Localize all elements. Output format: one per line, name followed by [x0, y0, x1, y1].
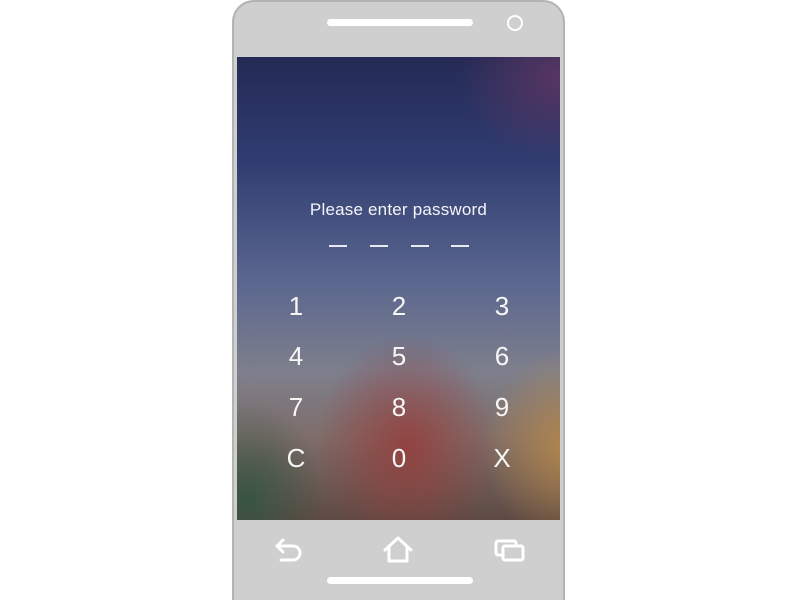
password-prompt: Please enter password	[309, 200, 488, 219]
key-3[interactable]: 3	[472, 286, 532, 326]
key-2[interactable]: 2	[369, 286, 429, 326]
key-6[interactable]: 6	[472, 336, 532, 376]
back-icon	[275, 538, 302, 562]
key-cancel[interactable]: X	[472, 438, 532, 478]
key-9[interactable]: 9	[472, 387, 532, 427]
key-0[interactable]: 0	[369, 438, 429, 478]
pin-slot-1	[329, 245, 347, 247]
camera-icon	[507, 15, 523, 31]
pin-slot-3	[411, 245, 429, 247]
key-5[interactable]: 5	[369, 336, 429, 376]
recent-apps-icon	[494, 539, 525, 562]
home-button[interactable]	[381, 534, 415, 564]
back-button[interactable]	[272, 534, 306, 564]
pin-slot-4	[451, 245, 469, 247]
key-8[interactable]: 8	[369, 387, 429, 427]
speaker-grille	[327, 19, 473, 26]
key-clear[interactable]: C	[266, 438, 326, 478]
lock-screen: Please enter password 1 2 3 4 5 6 7 8 9 …	[237, 57, 560, 520]
home-icon	[383, 536, 413, 563]
pin-slot-2	[370, 245, 388, 247]
recent-apps-button[interactable]	[493, 534, 527, 564]
key-1[interactable]: 1	[266, 286, 326, 326]
bottom-bezel-bar	[327, 577, 473, 584]
key-4[interactable]: 4	[266, 336, 326, 376]
phone-frame: Please enter password 1 2 3 4 5 6 7 8 9 …	[232, 0, 565, 600]
key-7[interactable]: 7	[266, 387, 326, 427]
